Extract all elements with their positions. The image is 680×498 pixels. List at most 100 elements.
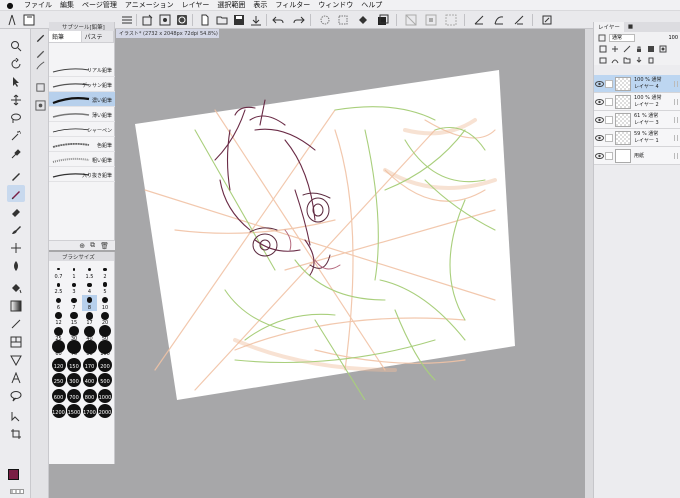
layer-row[interactable]: 100 % 通常 レイヤー 2 (594, 93, 680, 111)
layer-drag-handle[interactable] (674, 81, 678, 87)
tab-pastel[interactable]: パステ (81, 31, 114, 42)
copy-subtool-icon[interactable]: ⧉ (90, 241, 95, 250)
crop-tool-icon[interactable] (7, 425, 25, 442)
clear-icon[interactable] (318, 13, 332, 27)
menu-help[interactable]: ヘルプ (357, 0, 386, 10)
app-icon[interactable] (5, 13, 19, 27)
menu-edit[interactable]: 編集 (56, 0, 78, 10)
brush-size-cell[interactable]: 500 (98, 373, 113, 389)
subtool-group-brush-icon[interactable] (34, 59, 47, 72)
brush-item[interactable]: 入り抜き鉛筆 (49, 167, 115, 182)
new-raster-layer-icon[interactable] (598, 55, 607, 64)
brush-size-cell[interactable]: 1200 (51, 404, 66, 420)
correct-line-tool-icon[interactable] (7, 407, 25, 424)
brush-size-cell[interactable]: 400 (82, 373, 97, 389)
ruler-icon[interactable] (472, 13, 486, 27)
move-tool-icon[interactable] (7, 91, 25, 108)
layer-property-icon[interactable] (597, 33, 606, 42)
transparent-color-swatch[interactable] (10, 489, 24, 494)
brush-size-cell[interactable]: 4 (82, 280, 97, 296)
eye-icon[interactable] (595, 116, 604, 124)
brush-size-cell[interactable]: 300 (67, 373, 82, 389)
save-icon[interactable] (232, 13, 246, 27)
brush-size-cell[interactable]: 170 (82, 357, 97, 373)
brush-size-cell[interactable]: 8 (82, 295, 97, 311)
subtool-group-square-icon[interactable] (34, 81, 47, 94)
brush-size-cell[interactable]: 800 (82, 388, 97, 404)
delete-layer-icon[interactable] (646, 55, 655, 64)
new-folder-icon[interactable] (622, 55, 631, 64)
blend-mode-select[interactable]: 通常 (609, 33, 635, 42)
material-icon[interactable] (158, 13, 172, 27)
new-vector-layer-icon[interactable] (610, 55, 619, 64)
layer-drag-handle[interactable] (674, 117, 678, 123)
delete-subtool-icon[interactable]: 🗑 (100, 242, 109, 250)
eraser-tool-icon[interactable] (7, 203, 25, 220)
gradient-tool-icon[interactable] (7, 297, 25, 314)
brush-size-cell[interactable]: 5 (98, 280, 113, 296)
clip-studio-icon[interactable] (175, 13, 189, 27)
brush-size-cell[interactable]: 150 (67, 357, 82, 373)
pen-tool-icon[interactable] (7, 167, 25, 184)
brush-size-cell[interactable]: 2.5 (51, 280, 66, 296)
brush-size-cell[interactable]: 15 (67, 311, 82, 327)
decoration-tool-icon[interactable] (7, 239, 25, 256)
eye-icon[interactable] (595, 152, 604, 160)
brush-size-cell[interactable]: 17 (82, 311, 97, 327)
layer-drag-handle[interactable] (674, 99, 678, 105)
menu-page[interactable]: ページ管理 (78, 0, 121, 10)
eye-icon[interactable] (595, 134, 604, 142)
new-canvas-icon[interactable] (140, 13, 154, 27)
brush-size-cell[interactable]: 250 (51, 373, 66, 389)
layer-row[interactable]: 61 % 通常 レイヤー 3 (594, 111, 680, 129)
snap-icon[interactable] (512, 13, 526, 27)
zoom-tool-icon[interactable] (7, 37, 25, 54)
add-subtool-icon[interactable]: ⊕ (79, 242, 85, 250)
layer-fill-icon[interactable] (376, 13, 390, 27)
text-tool-icon[interactable] (7, 369, 25, 386)
brush-item[interactable]: デッサン鉛筆 (49, 77, 115, 92)
brush-item[interactable]: 粗い鉛筆 (49, 152, 115, 167)
brush-size-cell[interactable]: 0.7 (51, 264, 66, 280)
menu-selection[interactable]: 選択範囲 (213, 0, 249, 10)
menu-layer[interactable]: レイヤー (178, 0, 214, 10)
new-file-icon[interactable] (198, 13, 212, 27)
menu-icon[interactable] (120, 13, 134, 27)
eyedropper-tool-icon[interactable] (7, 145, 25, 162)
redo-icon[interactable] (292, 13, 306, 27)
layer-edit-toggle[interactable] (605, 152, 613, 160)
opacity-value[interactable]: 100 (668, 35, 680, 41)
brush-size-cell[interactable]: 700 (67, 388, 82, 404)
brush-size-cell[interactable]: 2 (98, 264, 113, 280)
rotate-tool-icon[interactable] (7, 55, 25, 72)
lock-transparent-icon[interactable] (646, 44, 655, 53)
lasso-tool-icon[interactable] (7, 109, 25, 126)
curve-ruler-icon[interactable] (492, 13, 506, 27)
figure-tool-icon[interactable] (7, 315, 25, 332)
balloon-tool-icon[interactable] (7, 387, 25, 404)
brush-size-cell[interactable]: 2000 (98, 404, 113, 420)
tab-other[interactable]: ■ (624, 22, 637, 32)
brush-size-cell[interactable]: 12 (51, 311, 66, 327)
layer-edit-toggle[interactable] (605, 116, 613, 124)
menu-view[interactable]: 表示 (249, 0, 271, 10)
document-tab[interactable]: イラスト* (2732 x 2048px 72dpi 54.8%) (116, 29, 219, 38)
clear-outside-icon[interactable] (336, 13, 350, 27)
brush-item[interactable]: 濃い鉛筆 (49, 92, 115, 107)
brush-size-cell[interactable]: 120 (51, 357, 66, 373)
reference-layer-icon[interactable] (610, 44, 619, 53)
brush-item[interactable]: 色鉛筆 (49, 137, 115, 152)
auto-select-tool-icon[interactable] (7, 127, 25, 144)
brush-size-cell[interactable]: 100 (98, 339, 113, 358)
layer-row[interactable]: 59 % 通常 レイヤー 1 (594, 129, 680, 147)
operation-tool-icon[interactable] (7, 73, 25, 90)
main-color-swatch[interactable] (8, 469, 19, 480)
layer-edit-toggle[interactable] (605, 80, 613, 88)
brush-size-cell[interactable]: 1 (67, 264, 82, 280)
eye-icon[interactable] (595, 98, 604, 106)
menu-animation[interactable]: アニメーション (121, 0, 178, 10)
ruler-tool-icon[interactable] (7, 351, 25, 368)
brush-size-cell[interactable]: 1.5 (82, 264, 97, 280)
brush-size-cell[interactable]: 3 (67, 280, 82, 296)
brush-size-cell[interactable]: 20 (98, 311, 113, 327)
